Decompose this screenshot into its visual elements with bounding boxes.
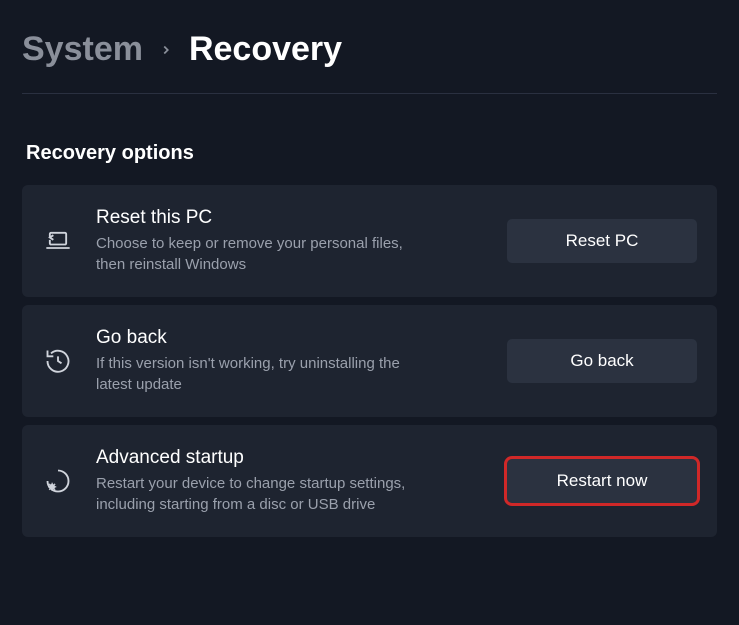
option-title: Go back (96, 327, 485, 349)
chevron-right-icon (159, 43, 173, 57)
option-desc: Restart your device to change startup se… (96, 473, 436, 515)
restart-now-button[interactable]: Restart now (507, 459, 697, 503)
option-text: Go back If this version isn't working, t… (96, 327, 485, 395)
option-title: Reset this PC (96, 207, 485, 229)
go-back-button[interactable]: Go back (507, 339, 697, 383)
reset-pc-button[interactable]: Reset PC (507, 219, 697, 263)
advanced-startup-icon (42, 465, 74, 497)
option-text: Reset this PC Choose to keep or remove y… (96, 207, 485, 275)
option-title: Advanced startup (96, 447, 485, 469)
section-title: Recovery options (22, 142, 717, 165)
option-desc: Choose to keep or remove your personal f… (96, 233, 436, 275)
breadcrumb: System Recovery (22, 30, 717, 94)
breadcrumb-parent[interactable]: System (22, 30, 143, 69)
option-go-back: Go back If this version isn't working, t… (22, 305, 717, 417)
reset-pc-icon (42, 225, 74, 257)
option-reset-pc: Reset this PC Choose to keep or remove y… (22, 185, 717, 297)
option-desc: If this version isn't working, try unins… (96, 353, 436, 395)
go-back-icon (42, 345, 74, 377)
option-advanced-startup: Advanced startup Restart your device to … (22, 425, 717, 537)
option-text: Advanced startup Restart your device to … (96, 447, 485, 515)
page-title: Recovery (189, 30, 342, 69)
